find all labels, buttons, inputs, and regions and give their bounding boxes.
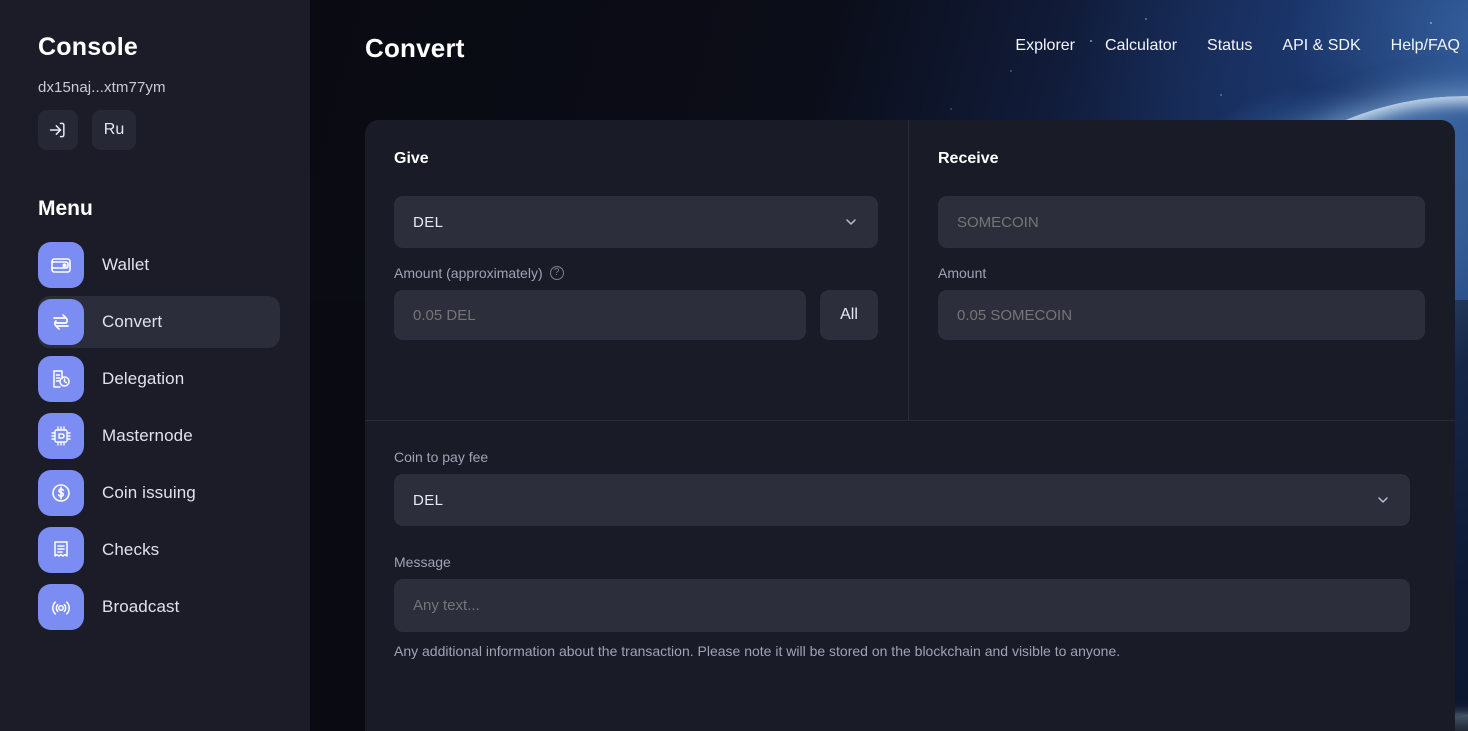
page-title: Convert xyxy=(365,33,465,63)
receive-amount-input[interactable] xyxy=(938,290,1425,340)
give-amount-row: All xyxy=(394,290,878,340)
wallet-address[interactable]: dx15naj...xtm77ym xyxy=(38,79,310,96)
fee-coin-select[interactable]: DEL xyxy=(394,474,1410,526)
give-coin-value: DEL xyxy=(413,213,444,231)
masternode-icon xyxy=(38,413,84,459)
logout-button[interactable] xyxy=(38,110,78,150)
receive-heading: Receive xyxy=(938,150,999,167)
delegation-icon xyxy=(38,356,84,402)
sidebar-menu: Wallet Convert Delegation Masternode Coi… xyxy=(0,239,310,633)
message-input[interactable] xyxy=(394,579,1410,632)
give-column: Give DEL Amount (approximately) ? 0.05 D… xyxy=(365,120,909,420)
nav-link-api-sdk[interactable]: API & SDK xyxy=(1282,37,1360,55)
sidebar-item-label: Coin issuing xyxy=(102,483,196,502)
sidebar-item-masternode[interactable]: Masternode xyxy=(38,410,280,462)
nav-link-status[interactable]: Status xyxy=(1207,37,1252,55)
give-amount-label-row: Amount (approximately) ? xyxy=(394,265,878,281)
sidebar-item-wallet[interactable]: Wallet xyxy=(38,239,280,291)
give-amount-label: Amount (approximately) xyxy=(394,265,543,281)
top-navigation: Explorer Calculator Status API & SDK Hel… xyxy=(1015,37,1460,55)
all-button[interactable]: All xyxy=(820,290,878,340)
nav-link-calculator[interactable]: Calculator xyxy=(1105,37,1177,55)
convert-icon xyxy=(38,299,84,345)
console-title: Console xyxy=(38,33,139,61)
message-label: Message xyxy=(394,554,451,570)
main-content: Convert Explorer Calculator Status API &… xyxy=(310,0,1468,731)
chevron-down-icon xyxy=(843,214,859,230)
convert-card-top: Give DEL Amount (approximately) ? 0.05 D… xyxy=(365,120,1455,420)
sidebar-item-coin-issuing[interactable]: Coin issuing xyxy=(38,467,280,519)
chevron-down-icon xyxy=(1375,492,1391,508)
broadcast-icon xyxy=(38,584,84,630)
wallet-icon xyxy=(38,242,84,288)
sidebar-item-label: Checks xyxy=(102,540,160,559)
nav-link-explorer[interactable]: Explorer xyxy=(1015,37,1075,55)
sidebar-item-label: Masternode xyxy=(102,426,193,445)
receive-amount-label-row: Amount xyxy=(938,265,1425,281)
sidebar-item-delegation[interactable]: Delegation xyxy=(38,353,280,405)
sidebar: Console dx15naj...xtm77ym Ru Menu Wallet… xyxy=(0,0,310,731)
fee-coin-value: DEL xyxy=(413,491,444,509)
sidebar-item-checks[interactable]: Checks xyxy=(38,524,280,576)
logout-icon xyxy=(48,120,68,140)
sidebar-item-convert[interactable]: Convert xyxy=(38,296,280,348)
convert-card-bottom: Coin to pay fee DEL Message Any addition… xyxy=(365,421,1455,659)
sidebar-item-broadcast[interactable]: Broadcast xyxy=(38,581,280,633)
receive-column: Receive Amount xyxy=(909,120,1455,420)
message-hint: Any additional information about the tra… xyxy=(394,643,1121,659)
language-button[interactable]: Ru xyxy=(92,110,136,150)
question-mark-icon[interactable]: ? xyxy=(549,266,564,280)
give-coin-select[interactable]: DEL xyxy=(394,196,878,248)
sidebar-item-label: Delegation xyxy=(102,369,185,388)
coin-issuing-icon xyxy=(38,470,84,516)
fee-coin-label: Coin to pay fee xyxy=(394,449,489,465)
nav-link-help-faq[interactable]: Help/FAQ xyxy=(1391,37,1460,55)
receive-coin-input[interactable] xyxy=(938,196,1425,248)
sidebar-item-label: Wallet xyxy=(102,255,150,274)
menu-title: Menu xyxy=(38,197,93,220)
receive-amount-label: Amount xyxy=(938,265,987,281)
sidebar-actions: Ru xyxy=(38,110,310,150)
give-amount-input[interactable] xyxy=(394,290,806,340)
checks-icon xyxy=(38,527,84,573)
app-root: Console dx15naj...xtm77ym Ru Menu Wallet… xyxy=(0,0,1468,731)
give-heading: Give xyxy=(394,150,429,167)
sidebar-item-label: Convert xyxy=(102,312,163,331)
convert-card: Give DEL Amount (approximately) ? 0.05 D… xyxy=(365,120,1455,731)
sidebar-item-label: Broadcast xyxy=(102,597,180,616)
